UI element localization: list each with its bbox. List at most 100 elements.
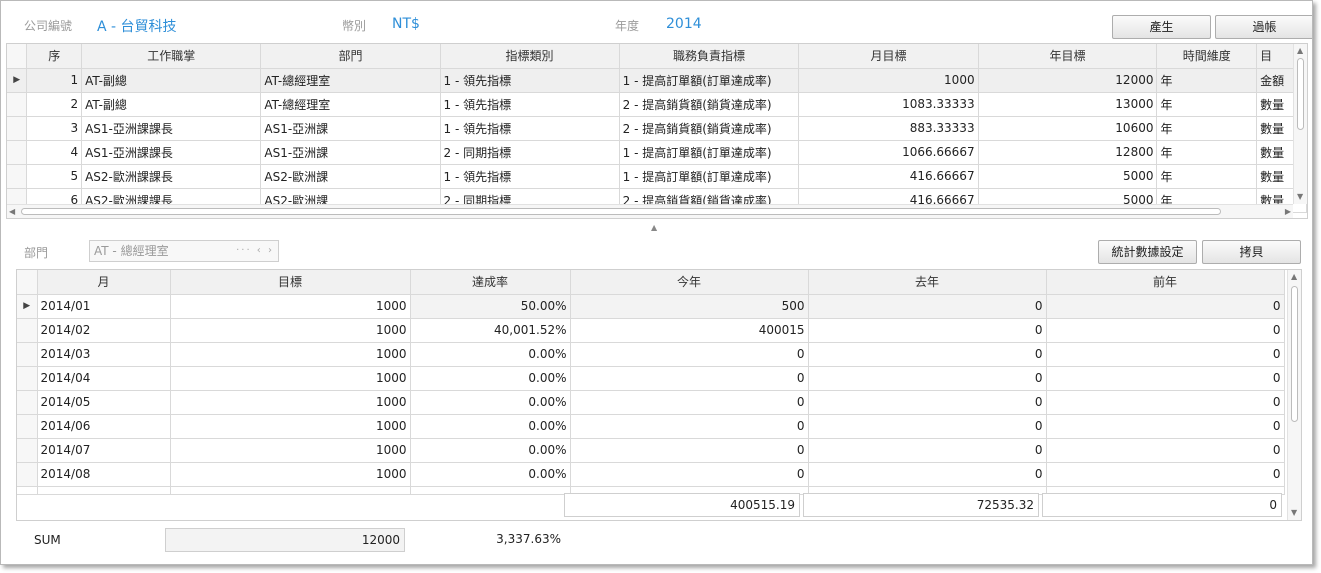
column-header[interactable]: 前年 [1046, 270, 1285, 295]
table-cell[interactable]: 0.00% [410, 342, 571, 367]
table-cell[interactable]: 1 - 提高訂單額(訂單達成率) [619, 164, 800, 189]
table-cell[interactable]: AS1-亞洲課課長 [81, 116, 262, 141]
dept-nav-icons[interactable]: ··· ‹ › [236, 241, 274, 261]
table-cell[interactable]: 0 [808, 342, 1047, 367]
column-header[interactable]: 目標 [170, 270, 411, 295]
table-cell[interactable]: 1000 [798, 68, 979, 93]
table-cell[interactable]: 0 [1046, 366, 1285, 391]
scroll-down-icon[interactable]: ▼ [1291, 508, 1297, 517]
row-selector[interactable] [7, 140, 28, 165]
table-row[interactable]: 3 AS1-亞洲課課長 AS1-亞洲課 1 - 領先指標 2 - 提高銷貨額(銷貨達成率… [7, 116, 1307, 141]
table-row[interactable]: 2 AT-副總 AT-總經理室 1 - 領先指標 2 - 提高銷貨額(銷貨達成率) 108… [7, 92, 1307, 117]
table-cell[interactable]: 2014/03 [37, 342, 171, 367]
table-cell[interactable]: 1 - 提高訂單額(訂單達成率) [619, 140, 800, 165]
generate-button[interactable]: 產生 [1112, 15, 1211, 39]
column-header[interactable]: 達成率 [410, 270, 571, 295]
table-cell[interactable]: 50.00% [410, 294, 571, 319]
column-header[interactable]: 去年 [808, 270, 1047, 295]
table-cell[interactable]: 0 [808, 366, 1047, 391]
table-row[interactable]: ▶ 1 AT-副總 AT-總經理室 1 - 領先指標 1 - 提高訂單額(訂單達成率) 10… [7, 68, 1307, 93]
table-cell[interactable]: AS2-歐洲課課長 [81, 164, 262, 189]
row-selector[interactable] [17, 318, 38, 343]
table-row[interactable]: 2014/06 1000 0.00% 0 0 0 [17, 414, 1285, 439]
table-cell[interactable]: 0 [808, 390, 1047, 415]
table-cell[interactable]: AT-總經理室 [260, 68, 441, 93]
scroll-thumb[interactable] [1297, 58, 1304, 130]
stats-settings-button[interactable]: 統計數據設定 [1098, 240, 1197, 264]
table-cell[interactable]: AS1-亞洲課 [260, 140, 441, 165]
column-header[interactable]: 月目標 [798, 44, 979, 69]
table-cell[interactable]: 1000 [170, 366, 411, 391]
monthly-vertical-scrollbar[interactable]: ▲ ▼ [1287, 270, 1301, 520]
column-header[interactable]: 月 [37, 270, 171, 295]
table-cell[interactable]: 12800 [978, 140, 1158, 165]
row-selector[interactable] [17, 390, 38, 415]
table-cell[interactable]: 2 [26, 92, 83, 117]
column-header[interactable]: 序 [26, 44, 83, 69]
table-cell[interactable]: 0 [1046, 342, 1285, 367]
row-selector[interactable] [17, 462, 38, 487]
table-cell[interactable]: 1000 [170, 318, 411, 343]
table-cell[interactable]: 1 - 領先指標 [440, 164, 620, 189]
row-selector[interactable] [7, 116, 28, 141]
table-cell[interactable]: 40,001.52% [410, 318, 571, 343]
table-cell[interactable]: 1 - 領先指標 [440, 92, 620, 117]
table-cell[interactable]: 0.00% [410, 390, 571, 415]
table-cell[interactable]: 0.00% [410, 366, 571, 391]
table-cell[interactable]: AT-副總 [81, 92, 262, 117]
table-cell[interactable]: 5000 [978, 164, 1158, 189]
splitter-grip-icon[interactable]: ▲ [651, 223, 657, 232]
table-cell[interactable]: 1000 [170, 438, 411, 463]
table-row[interactable]: ▶ 2014/01 1000 50.00% 500 0 0 [17, 294, 1285, 319]
table-cell[interactable]: 0 [1046, 318, 1285, 343]
table-cell[interactable]: 0 [570, 342, 809, 367]
table-cell[interactable]: 883.33333 [798, 116, 979, 141]
column-header[interactable]: 工作職掌 [81, 44, 262, 69]
table-cell[interactable]: 10600 [978, 116, 1158, 141]
column-header[interactable]: 時間維度 [1156, 44, 1258, 69]
table-cell[interactable]: 2014/06 [37, 414, 171, 439]
table-cell[interactable]: 0 [1046, 462, 1285, 487]
column-header[interactable]: 部門 [260, 44, 441, 69]
table-cell[interactable]: 0 [570, 414, 809, 439]
scroll-thumb[interactable] [21, 208, 1221, 215]
table-cell[interactable]: 1083.33333 [798, 92, 979, 117]
table-cell[interactable]: 13000 [978, 92, 1158, 117]
table-cell[interactable]: 3 [26, 116, 83, 141]
column-header[interactable]: 指標類別 [440, 44, 620, 69]
table-cell[interactable]: 年 [1156, 92, 1258, 117]
indicator-horizontal-scrollbar[interactable]: ◀ ▶ [7, 204, 1293, 218]
row-selector[interactable] [17, 342, 38, 367]
table-cell[interactable]: 0 [808, 414, 1047, 439]
table-cell[interactable]: 0 [1046, 414, 1285, 439]
post-button[interactable]: 過帳 [1215, 15, 1312, 39]
table-cell[interactable]: 5 [26, 164, 83, 189]
table-cell[interactable]: 416.66667 [798, 164, 979, 189]
table-cell[interactable]: 2 - 提高銷貨額(銷貨達成率) [619, 116, 800, 141]
table-cell[interactable]: 1000 [170, 342, 411, 367]
table-cell[interactable]: 2 - 提高銷貨額(銷貨達成率) [619, 92, 800, 117]
table-row[interactable]: 2014/04 1000 0.00% 0 0 0 [17, 366, 1285, 391]
table-cell[interactable]: AT-副總 [81, 68, 262, 93]
table-cell[interactable]: AS1-亞洲課 [260, 116, 441, 141]
table-cell[interactable]: 1 [26, 68, 83, 93]
table-cell[interactable]: 1066.66667 [798, 140, 979, 165]
column-header[interactable]: 年目標 [978, 44, 1158, 69]
table-cell[interactable]: 1000 [170, 390, 411, 415]
table-row[interactable]: 2014/03 1000 0.00% 0 0 0 [17, 342, 1285, 367]
table-row[interactable]: 2014/02 1000 40,001.52% 400015 0 0 [17, 318, 1285, 343]
scroll-up-icon[interactable]: ▲ [1291, 272, 1297, 281]
table-cell[interactable]: 0 [1046, 294, 1285, 319]
table-cell[interactable]: 0 [570, 390, 809, 415]
table-cell[interactable]: 年 [1156, 140, 1258, 165]
column-header[interactable]: 今年 [570, 270, 809, 295]
table-row[interactable]: 2014/07 1000 0.00% 0 0 0 [17, 438, 1285, 463]
row-selector[interactable] [17, 438, 38, 463]
copy-button[interactable]: 拷貝 [1202, 240, 1301, 264]
table-cell[interactable]: AT-總經理室 [260, 92, 441, 117]
table-cell[interactable]: 0 [808, 438, 1047, 463]
scroll-down-icon[interactable]: ▼ [1297, 192, 1303, 201]
table-row[interactable]: 5 AS2-歐洲課課長 AS2-歐洲課 1 - 領先指標 1 - 提高訂單額(訂單達成率… [7, 164, 1307, 189]
row-selector[interactable] [7, 92, 28, 117]
table-cell[interactable]: 0 [1046, 390, 1285, 415]
